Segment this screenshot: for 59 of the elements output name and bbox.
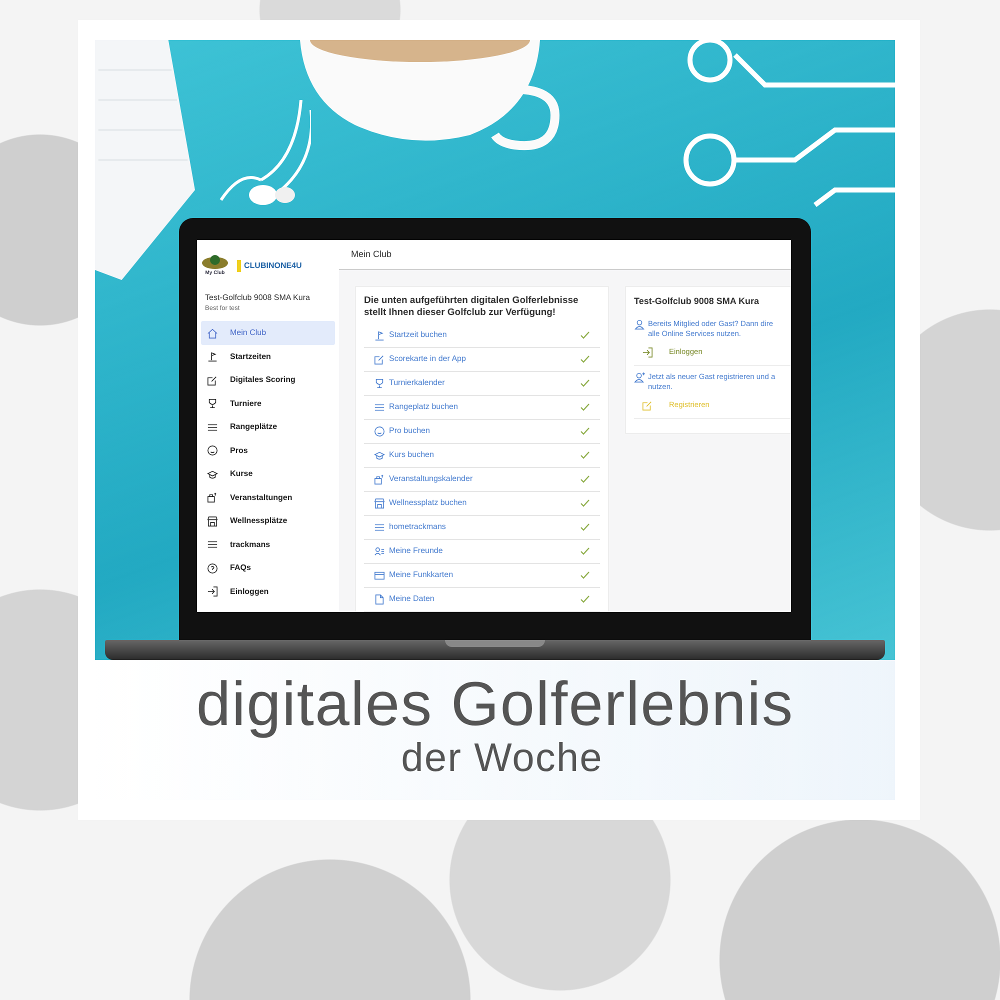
list-icon — [207, 539, 218, 550]
club-name: Test-Golfclub 9008 SMA Kura — [204, 292, 311, 304]
face-icon — [207, 445, 218, 456]
service-item[interactable]: Pro buchen — [364, 420, 600, 444]
account-title: Test-Golfclub 9008 SMA Kura — [634, 295, 760, 308]
login-icon — [642, 346, 653, 358]
service-item[interactable]: Turnierkalender — [364, 372, 600, 396]
sidebar-item[interactable]: Digitales Scoring — [201, 368, 335, 392]
list-icon — [374, 522, 385, 533]
sidebar-item[interactable]: FAQs — [201, 556, 335, 580]
service-item[interactable]: Startzeit buchen — [364, 324, 600, 348]
user-add-icon — [634, 372, 645, 382]
edit-icon — [374, 354, 385, 365]
service-item[interactable]: Veranstaltungskalender — [364, 468, 600, 492]
page-header: Mein Club — [339, 240, 791, 270]
trophy-icon — [207, 398, 218, 409]
flag-icon — [374, 330, 385, 341]
caption-subtitle: der Woche — [401, 736, 603, 780]
service-item[interactable]: hometrackmans — [364, 516, 600, 540]
edit-icon — [642, 400, 653, 410]
trophy-icon — [374, 378, 385, 389]
service-item[interactable]: Kurs buchen — [364, 444, 600, 468]
sidebar-item[interactable]: Wellnessplätze — [201, 509, 335, 533]
people-icon — [374, 546, 385, 557]
sidebar-item[interactable]: Mein Club — [201, 321, 335, 345]
sidebar-item[interactable]: Kurse — [201, 462, 335, 486]
sidebar-item[interactable]: trackmans — [201, 532, 335, 556]
sidebar-item[interactable]: Rangeplätze — [201, 415, 335, 439]
service-item[interactable]: Meine Daten — [364, 588, 600, 612]
building-icon — [207, 492, 218, 503]
service-item[interactable]: Rangeplatz buchen — [364, 396, 600, 420]
card-icon — [374, 570, 385, 581]
sidebar-item[interactable]: Pros — [201, 438, 335, 462]
service-item[interactable]: Meine Funkkarten — [364, 564, 600, 588]
services-heading: Die unten aufgeführten digitalen Golferlebnisse stellt Ihnen dieser Golfclub zur Verfügung! — [364, 295, 580, 320]
service-item[interactable]: Scorekarte in der App — [364, 348, 600, 372]
store-icon — [207, 516, 218, 526]
face-icon — [374, 426, 385, 437]
service-item[interactable]: Meine Freunde — [364, 540, 600, 564]
login-icon — [207, 586, 218, 597]
file-icon — [374, 594, 385, 605]
sidebar-item[interactable]: Veranstaltungen — [201, 486, 335, 510]
flag-icon — [207, 351, 218, 362]
list-icon — [207, 422, 218, 432]
building-icon — [374, 474, 385, 485]
help-icon — [207, 562, 218, 574]
user-icon — [634, 318, 645, 330]
list-icon — [374, 402, 385, 413]
home-icon — [207, 328, 218, 338]
cap-icon — [207, 468, 218, 480]
sidebar-item[interactable]: Einloggen — [201, 580, 335, 604]
brand-logo: CLUBINONE4U — [237, 260, 302, 272]
sidebar-item[interactable]: Turniere — [201, 392, 335, 416]
caption-title: digitales Golferlebnis — [196, 674, 794, 736]
cap-icon — [374, 450, 385, 461]
sidebar-item[interactable]: Startzeiten — [201, 344, 335, 368]
service-item[interactable]: Wellnessplatz buchen — [364, 492, 600, 516]
store-icon — [374, 498, 385, 509]
edit-icon — [207, 374, 218, 386]
